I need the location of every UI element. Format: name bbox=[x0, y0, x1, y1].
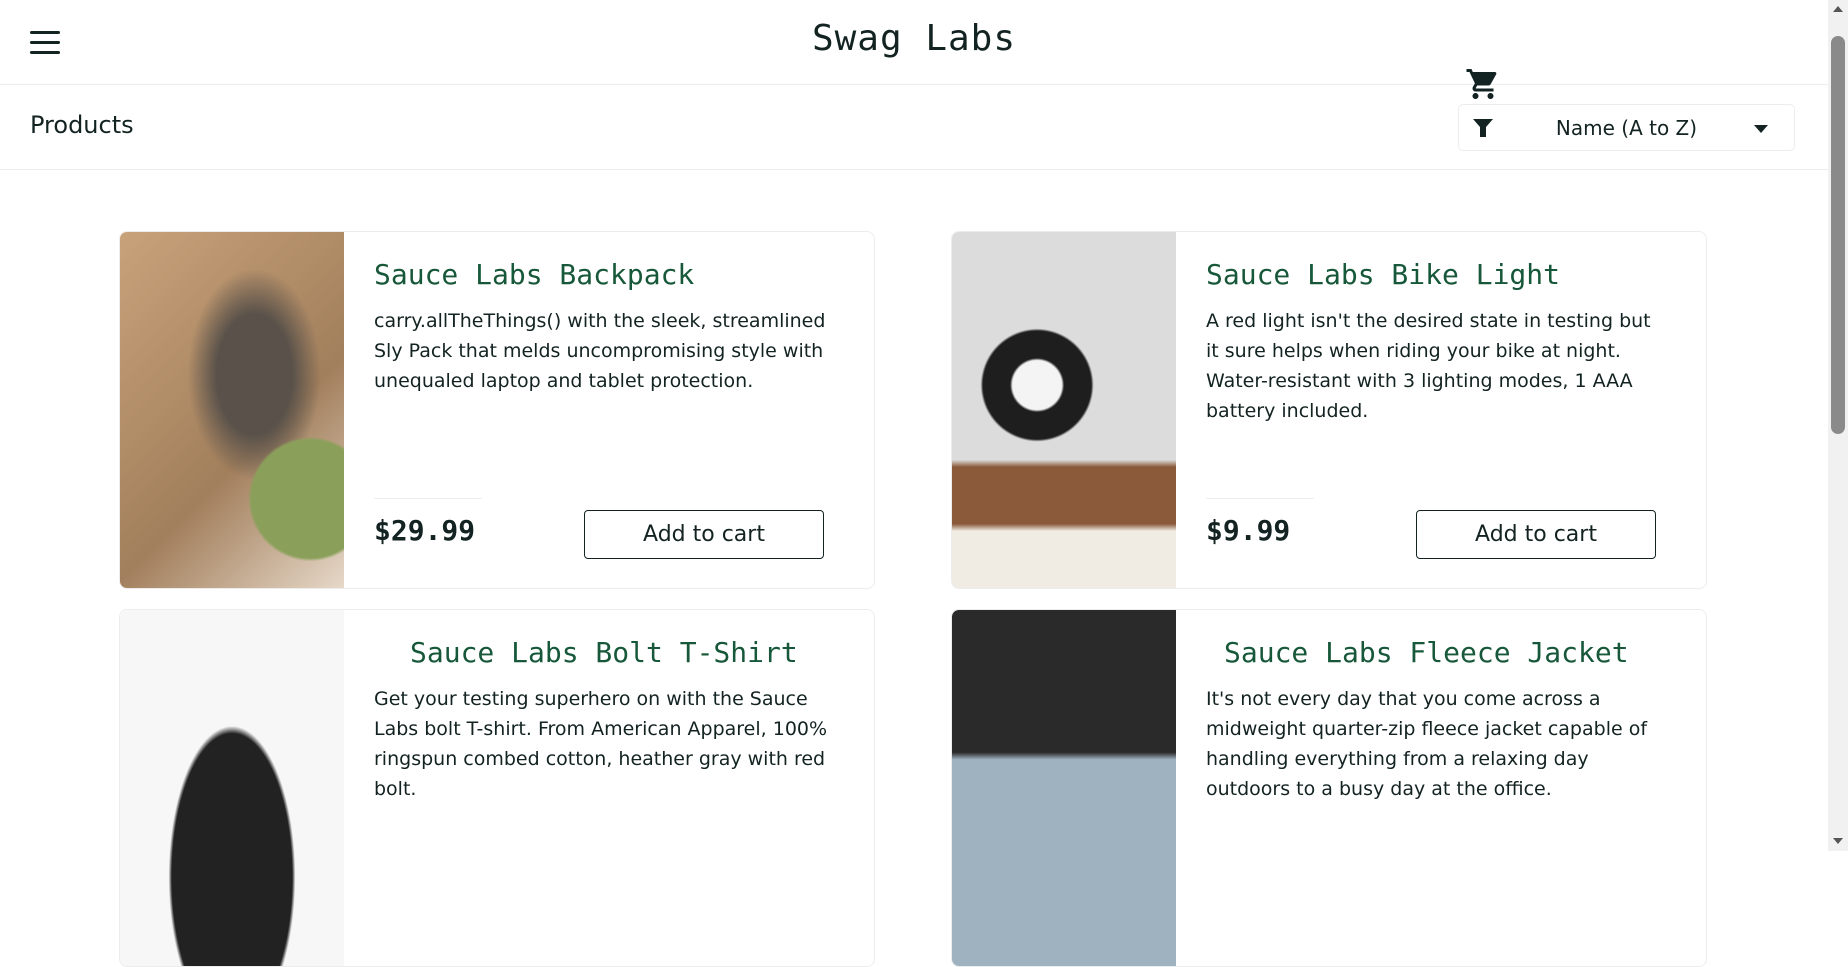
product-description: A red light isn't the desired state in t… bbox=[1206, 310, 1651, 422]
product-title[interactable]: Sauce Labs Bike Light bbox=[1206, 258, 1560, 291]
sort-select[interactable]: Name (A to Z) bbox=[1458, 104, 1795, 151]
scroll-down-icon[interactable] bbox=[1833, 838, 1843, 844]
product-image[interactable] bbox=[120, 232, 344, 588]
product-description: carry.allTheThings() with the sleek, str… bbox=[374, 310, 826, 392]
product-card: Sauce Labs Bike Light A red light isn't … bbox=[951, 231, 1707, 589]
product-image[interactable] bbox=[120, 610, 344, 966]
product-description: Get your testing superhero on with the S… bbox=[374, 688, 828, 800]
add-to-cart-button[interactable]: Add to cart bbox=[1416, 510, 1656, 559]
secondary-header: Products Name (A to Z) bbox=[0, 85, 1828, 170]
divider bbox=[1206, 498, 1314, 499]
product-image[interactable] bbox=[952, 610, 1176, 966]
product-title[interactable]: Sauce Labs Bolt T-Shirt bbox=[410, 636, 798, 669]
app-header: Swag Labs bbox=[0, 0, 1828, 85]
product-card: Sauce Labs Fleece Jacket It's not every … bbox=[951, 609, 1707, 967]
product-card: Sauce Labs Backpack carry.allTheThings()… bbox=[119, 231, 875, 589]
app-title: Swag Labs bbox=[811, 18, 1017, 59]
add-to-cart-button[interactable]: Add to cart bbox=[584, 510, 824, 559]
chevron-down-icon bbox=[1754, 125, 1768, 133]
product-price: $9.99 bbox=[1206, 514, 1291, 547]
scroll-up-icon[interactable] bbox=[1833, 6, 1843, 12]
product-title[interactable]: Sauce Labs Backpack bbox=[374, 258, 694, 291]
product-title[interactable]: Sauce Labs Fleece Jacket bbox=[1224, 636, 1629, 669]
page-title: Products bbox=[30, 111, 134, 139]
product-card: Sauce Labs Bolt T-Shirt Get your testing… bbox=[119, 609, 875, 967]
product-image[interactable] bbox=[952, 232, 1176, 588]
sort-selected-value: Name (A to Z) bbox=[1555, 116, 1698, 140]
product-description: It's not every day that you come across … bbox=[1206, 688, 1648, 800]
divider bbox=[374, 498, 482, 499]
scrollbar-thumb[interactable] bbox=[1831, 36, 1845, 434]
product-price: $29.99 bbox=[374, 514, 476, 547]
